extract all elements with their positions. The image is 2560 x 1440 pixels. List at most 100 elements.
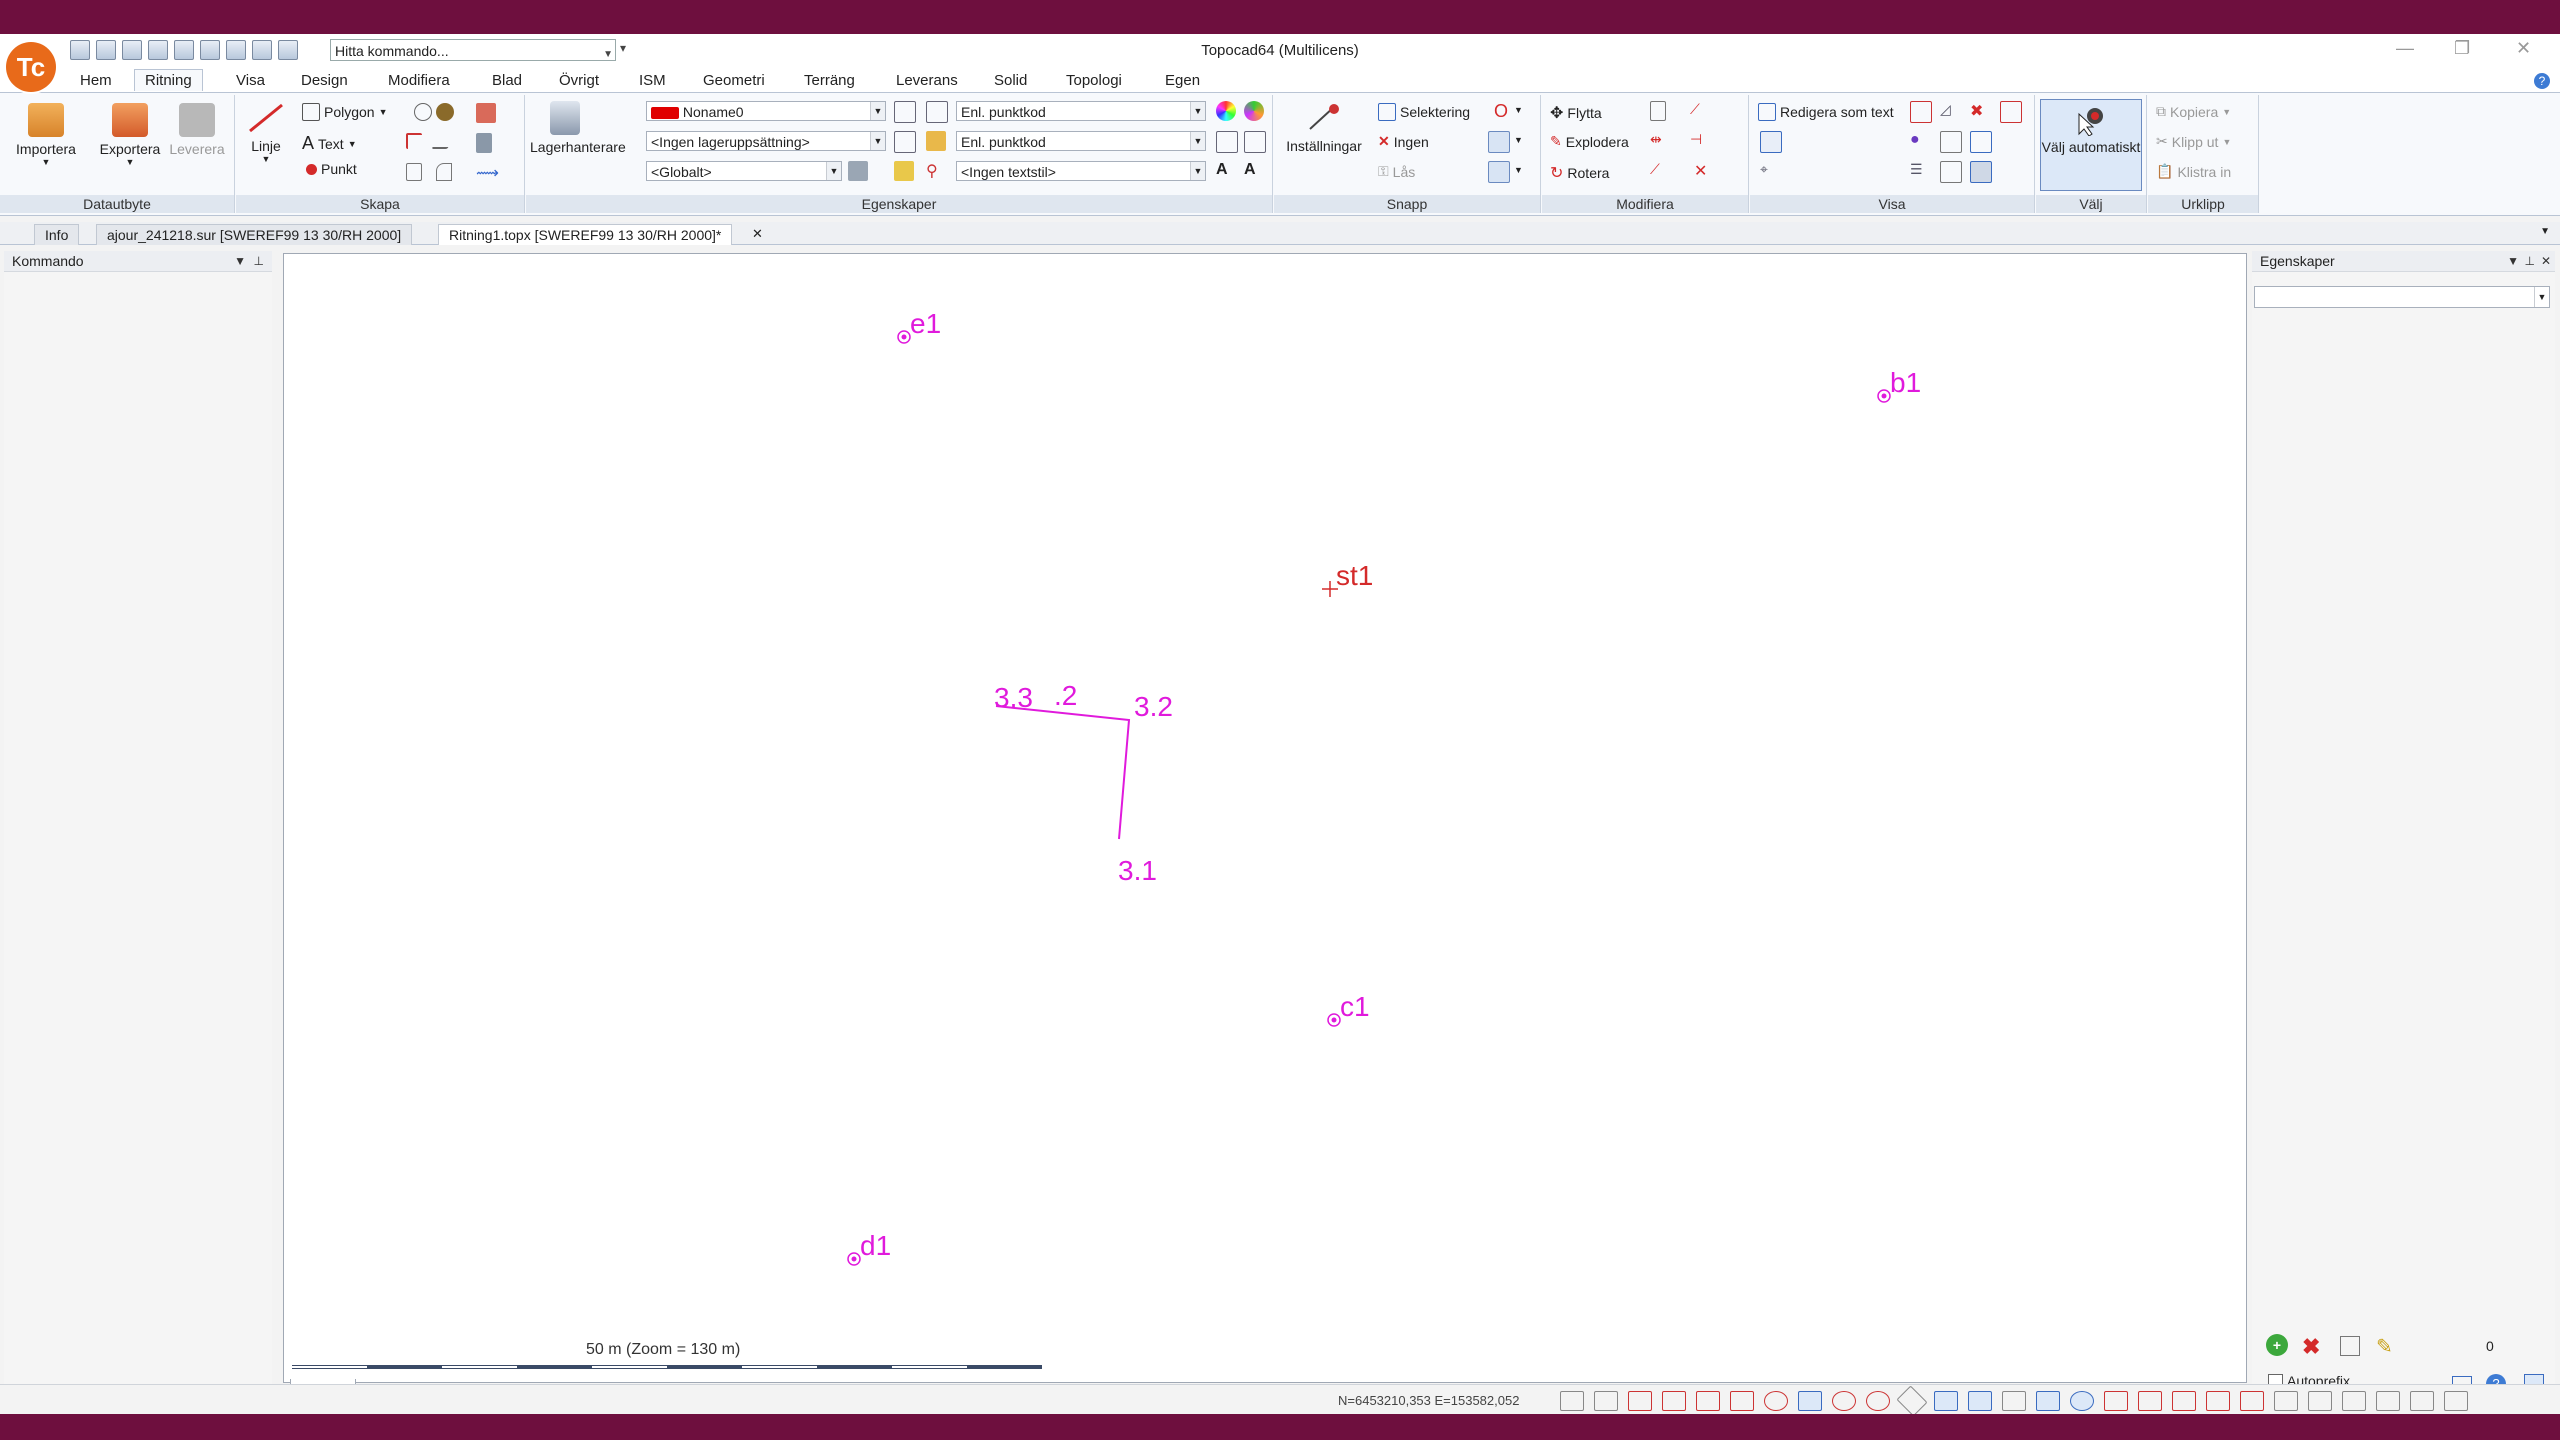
snap-insert-icon[interactable]	[2240, 1391, 2264, 1411]
installningar-button[interactable]: Inställningar	[1278, 101, 1370, 154]
close-tab-icon[interactable]: ✕	[752, 226, 763, 242]
minimize-icon[interactable]: —	[2396, 38, 2414, 59]
tab-ism[interactable]: ISM	[639, 72, 666, 89]
layer-list-icon[interactable]	[926, 101, 948, 123]
doc-tab-ajour[interactable]: ajour_241218.sur [SWEREF99 13 30/RH 2000…	[96, 224, 413, 245]
tab-hem[interactable]: Hem	[80, 72, 112, 89]
layer-props-icon[interactable]	[894, 101, 916, 123]
view-d-icon[interactable]	[2000, 101, 2022, 123]
tab-modifiera[interactable]: Modifiera	[388, 72, 450, 89]
snap-line-icon[interactable]	[1488, 161, 1510, 183]
display-mode-icon[interactable]	[2410, 1391, 2434, 1411]
point-code-combo-2[interactable]: Enl. punktkod ▼	[956, 131, 1206, 151]
snap-mid-icon[interactable]	[1662, 1391, 1686, 1411]
snap-circle-icon[interactable]	[1764, 1391, 1788, 1411]
curve-icon[interactable]	[431, 133, 457, 149]
chevron-down-icon[interactable]: ▼	[1190, 162, 1205, 180]
leverera-button[interactable]: Leverera	[164, 103, 230, 157]
window-mode-icon[interactable]	[2444, 1391, 2468, 1411]
snap-perp-icon[interactable]	[2104, 1391, 2128, 1411]
extend-icon[interactable]: ⇹	[1650, 131, 1670, 151]
rectangle-icon[interactable]	[406, 163, 422, 181]
snap-settings-icon[interactable]	[1560, 1391, 1584, 1411]
tab-leverans[interactable]: Leverans	[896, 72, 958, 89]
snap-extension-icon[interactable]	[2172, 1391, 2196, 1411]
chevron-down-icon[interactable]: ▼	[1514, 105, 1523, 115]
snap-area-icon[interactable]	[1968, 1391, 1992, 1411]
text-style-combo[interactable]: <Ingen textstil> ▼	[956, 161, 1206, 181]
view-a-icon[interactable]	[1910, 101, 1932, 123]
snap-grid-icon[interactable]	[1594, 1391, 1618, 1411]
klipp-ut-button[interactable]: ✂ Klipp ut ▼	[2156, 133, 2231, 150]
properties-object-combo[interactable]: ▼	[2254, 286, 2550, 308]
app-logo[interactable]: Tc	[6, 42, 56, 92]
snap-point-icon[interactable]	[1798, 1391, 1822, 1411]
view-b-icon[interactable]: ◿	[1940, 101, 1960, 121]
intersect-icon[interactable]: ✕	[1694, 161, 1714, 181]
match-icon[interactable]: ⚲	[926, 161, 946, 181]
snap-diamond-icon[interactable]	[1896, 1385, 1928, 1417]
snap-tangent-icon[interactable]	[2070, 1391, 2094, 1411]
line-type-icon[interactable]	[1216, 131, 1238, 153]
layer-copy-icon[interactable]	[894, 131, 916, 153]
view-i-icon[interactable]	[1940, 161, 1962, 183]
color-wheel-icon[interactable]	[1216, 101, 1236, 121]
punkt-button[interactable]: Punkt	[306, 161, 357, 177]
explodera-button[interactable]: ✎ Explodera	[1550, 133, 1629, 150]
view-c-icon[interactable]: ✖	[1970, 101, 1990, 121]
tab-ovrigt[interactable]: Övrigt	[559, 72, 599, 89]
arc-icon[interactable]	[436, 163, 452, 181]
snap-nearest-icon[interactable]	[2036, 1391, 2060, 1411]
view-e-icon[interactable]: ●	[1910, 131, 1930, 151]
tab-blad[interactable]: Blad	[492, 72, 522, 89]
rotera-button[interactable]: ↻ Rotera	[1550, 163, 1609, 183]
tab-egen[interactable]: Egen	[1165, 72, 1200, 89]
chevron-down-icon[interactable]: ▼	[1190, 102, 1205, 120]
doc-tab-ritning1[interactable]: Ritning1.topx [SWEREF99 13 30/RH 2000]*	[438, 224, 733, 245]
grid-icon[interactable]	[2340, 1336, 2360, 1356]
circle-snap-icon[interactable]: O	[1494, 101, 1508, 122]
flytta-button[interactable]: ✥ Flytta	[1550, 103, 1602, 123]
chevron-down-icon[interactable]: ▼	[1190, 132, 1205, 150]
las-button[interactable]: ⚿ Lås	[1378, 163, 1415, 180]
trim-icon[interactable]: ⊣	[1690, 131, 1710, 151]
tab-topologi[interactable]: Topologi	[1066, 72, 1122, 89]
polyline-icon[interactable]	[406, 133, 422, 149]
snap-node-icon[interactable]	[2206, 1391, 2230, 1411]
importera-button[interactable]: Importera ▼	[8, 103, 84, 167]
pin-icon[interactable]: ⊥	[254, 251, 264, 271]
point-code-combo-1[interactable]: Enl. punktkod ▼	[956, 101, 1206, 121]
stretch-icon[interactable]: ⟋	[1690, 101, 1710, 121]
snap-cross-icon[interactable]	[2002, 1391, 2026, 1411]
globe-icon[interactable]	[436, 103, 454, 121]
ortho-icon[interactable]	[2274, 1391, 2298, 1411]
exportera-button[interactable]: Exportera ▼	[90, 103, 170, 167]
linje-button[interactable]: Linje ▼	[242, 101, 290, 164]
selektering-button[interactable]: Selektering	[1378, 103, 1470, 121]
doc-tab-info[interactable]: Info	[34, 224, 80, 245]
tab-solid[interactable]: Solid	[994, 72, 1027, 89]
text-font-icon[interactable]: A	[1244, 161, 1264, 181]
delete-icon[interactable]: ✖	[2302, 1334, 2320, 1360]
pencil-icon[interactable]: ✎	[2376, 1334, 2393, 1359]
flow-icon[interactable]: ⟿	[476, 163, 499, 183]
color-palette-icon[interactable]	[1244, 101, 1264, 121]
text-button[interactable]: A Text ▼	[302, 133, 357, 154]
snap-point-icon[interactable]	[1488, 131, 1510, 153]
circle-icon[interactable]	[414, 103, 432, 121]
view-f-icon[interactable]	[1940, 131, 1962, 153]
chevron-down-icon[interactable]: ▼	[870, 102, 885, 120]
line-width-icon[interactable]	[1244, 131, 1266, 153]
help-icon[interactable]: ?	[2534, 73, 2550, 89]
layer-combo[interactable]: Noname0 ▼	[646, 101, 886, 121]
chevron-down-icon[interactable]: ▼	[870, 132, 885, 150]
close-window-icon[interactable]: ✕	[2516, 38, 2531, 59]
valj-automatiskt-button[interactable]: Välj automatiskt	[2040, 99, 2142, 191]
klistra-in-button[interactable]: 📋 Klistra in	[2156, 163, 2231, 180]
chevron-down-icon[interactable]: ▼	[2534, 287, 2549, 307]
chevron-down-icon[interactable]: ▼	[2507, 251, 2519, 271]
close-panel-icon[interactable]: ✕	[2541, 251, 2551, 271]
add-icon[interactable]: +	[2266, 1334, 2288, 1356]
polygon-button[interactable]: Polygon ▼	[302, 103, 388, 121]
snap-line-icon[interactable]	[1934, 1391, 1958, 1411]
